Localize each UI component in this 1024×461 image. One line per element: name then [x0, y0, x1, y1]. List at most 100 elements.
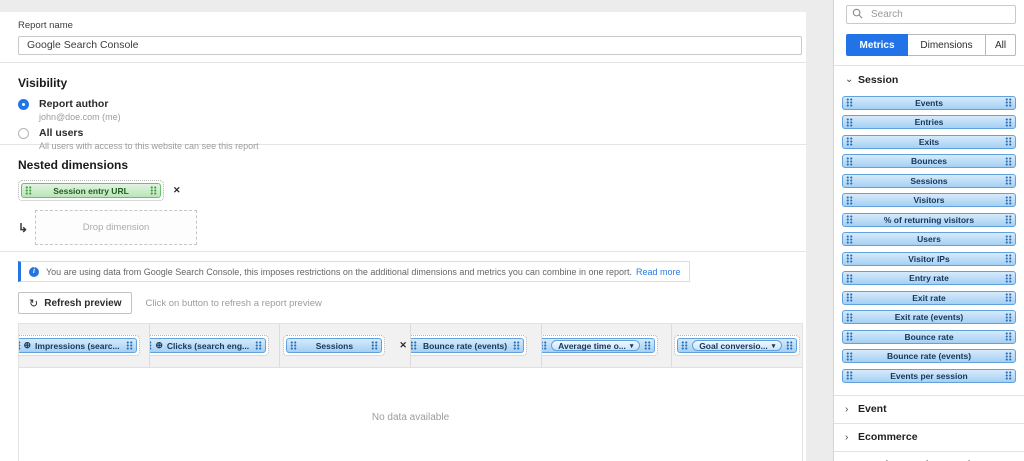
- metric-chip-impressions[interactable]: ⊕ Impressions (searc...: [19, 338, 137, 353]
- drag-handle-icon[interactable]: [1005, 371, 1012, 380]
- metric-chip-events-per-session[interactable]: Events per session: [842, 369, 1016, 383]
- drag-handle-icon[interactable]: [1005, 137, 1012, 146]
- refresh-preview-button[interactable]: ↻ Refresh preview: [18, 292, 132, 314]
- drag-handle-icon[interactable]: [290, 341, 297, 350]
- drag-handle-icon[interactable]: [1005, 332, 1012, 341]
- drag-handle-icon[interactable]: [255, 341, 262, 350]
- info-banner: i You are using data from Google Search …: [18, 261, 690, 282]
- drag-handle-icon[interactable]: [1005, 235, 1012, 244]
- refresh-icon: ↻: [29, 297, 38, 310]
- dimension-chip-slot: Session entry URL: [18, 180, 164, 201]
- metric-chip-entries[interactable]: Entries: [842, 115, 1016, 129]
- drag-handle-icon[interactable]: [846, 98, 853, 107]
- metric-chip-clicks[interactable]: ⊕ Clicks (search eng...: [150, 338, 266, 353]
- drag-handle-icon[interactable]: [1005, 352, 1012, 361]
- metric-chip-visitors[interactable]: Visitors: [842, 193, 1016, 207]
- metric-dropdown[interactable]: Average time o... ▾: [551, 340, 640, 351]
- section-header-event[interactable]: › Event: [834, 396, 1024, 423]
- drag-handle-icon[interactable]: [1005, 313, 1012, 322]
- close-icon[interactable]: ✕: [399, 340, 407, 351]
- read-more-link[interactable]: Read more: [636, 267, 681, 277]
- radio-unselected-icon[interactable]: [18, 128, 29, 139]
- radio-selected-icon[interactable]: [18, 99, 29, 110]
- section-header-google-search-console[interactable]: › Google Search Console: [834, 452, 1024, 461]
- metric-chip-exits[interactable]: Exits: [842, 135, 1016, 149]
- drag-handle-icon[interactable]: [1005, 274, 1012, 283]
- section-header-session[interactable]: ⌄ Session: [834, 66, 1024, 93]
- drag-handle-icon[interactable]: [846, 293, 853, 302]
- report-name-input[interactable]: [18, 36, 802, 55]
- metric-chip-bounce-rate-events[interactable]: Bounce rate (events): [411, 338, 524, 353]
- drag-handle-icon[interactable]: [846, 196, 853, 205]
- drag-handle-icon[interactable]: [1005, 196, 1012, 205]
- drag-handle-icon[interactable]: [846, 332, 853, 341]
- chevron-right-icon: ›: [845, 404, 858, 415]
- drag-handle-icon[interactable]: [681, 341, 688, 350]
- metric-chip-bounce-rate-events[interactable]: Bounce rate (events): [842, 349, 1016, 363]
- column-header: ⊕ Clicks (search eng... ✕: [150, 324, 281, 367]
- metric-chip-users[interactable]: Users: [842, 232, 1016, 246]
- drag-handle-icon[interactable]: [19, 341, 21, 350]
- chevron-down-icon: ▾: [772, 342, 776, 350]
- drag-handle-icon[interactable]: [846, 352, 853, 361]
- column-header: Bounce rate (events) ✕: [411, 324, 542, 367]
- drag-handle-icon[interactable]: [1005, 254, 1012, 263]
- drag-handle-icon[interactable]: [846, 313, 853, 322]
- drag-handle-icon[interactable]: [846, 137, 853, 146]
- drag-handle-icon[interactable]: [1005, 176, 1012, 185]
- drag-handle-icon[interactable]: [1005, 293, 1012, 302]
- metric-chip-goal-conversion[interactable]: Goal conversio... ▾: [677, 338, 797, 353]
- drag-handle-icon[interactable]: [126, 341, 133, 350]
- drag-handle-icon[interactable]: [542, 341, 547, 350]
- metrics-sidebar: Metrics Dimensions All ⌄ Session Events …: [833, 0, 1024, 461]
- metric-chip-visitor-ips[interactable]: Visitor IPs: [842, 252, 1016, 266]
- visibility-option-report-author[interactable]: Report author john@doe.com (me): [18, 98, 806, 122]
- dimension-drop-zone[interactable]: Drop dimension: [35, 210, 197, 245]
- tab-metrics[interactable]: Metrics: [846, 34, 908, 56]
- metric-chip-bounces[interactable]: Bounces: [842, 154, 1016, 168]
- drag-handle-icon[interactable]: [25, 186, 32, 195]
- drag-handle-icon[interactable]: [411, 341, 417, 350]
- drag-handle-icon[interactable]: [1005, 157, 1012, 166]
- drag-handle-icon[interactable]: [846, 274, 853, 283]
- tab-dimensions[interactable]: Dimensions: [908, 34, 986, 56]
- metric-chip-sessions[interactable]: Sessions: [286, 338, 382, 353]
- drag-handle-icon[interactable]: [846, 176, 853, 185]
- drag-handle-icon[interactable]: [846, 254, 853, 263]
- drag-handle-icon[interactable]: [1005, 98, 1012, 107]
- metric-dropdown[interactable]: Goal conversio... ▾: [692, 340, 782, 351]
- section-header-ecommerce[interactable]: › Ecommerce: [834, 424, 1024, 451]
- dimension-chip-session-entry-url[interactable]: Session entry URL: [21, 183, 161, 198]
- drag-handle-icon[interactable]: [371, 341, 378, 350]
- column-header: Goal conversio... ▾: [672, 324, 802, 367]
- info-icon: i: [29, 267, 39, 277]
- metric-chip-sessions[interactable]: Sessions: [842, 174, 1016, 188]
- drag-handle-icon[interactable]: [644, 341, 651, 350]
- metric-chip-entry-rate[interactable]: Entry rate: [842, 271, 1016, 285]
- drag-handle-icon[interactable]: [513, 341, 520, 350]
- column-header: Average time o... ▾ ✕: [542, 324, 673, 367]
- drag-handle-icon[interactable]: [846, 215, 853, 224]
- drag-handle-icon[interactable]: [846, 157, 853, 166]
- column-header: ⊕ Impressions (searc... ✕: [19, 324, 150, 367]
- close-icon[interactable]: ✕: [173, 185, 181, 196]
- drag-handle-icon[interactable]: [786, 341, 793, 350]
- drag-handle-icon[interactable]: [1005, 118, 1012, 127]
- drag-handle-icon[interactable]: [846, 118, 853, 127]
- visibility-title: Visibility: [18, 76, 806, 90]
- metric-chip-exit-rate-events[interactable]: Exit rate (events): [842, 310, 1016, 324]
- drag-handle-icon[interactable]: [1005, 215, 1012, 224]
- drag-handle-icon[interactable]: [150, 186, 157, 195]
- metric-chip-events[interactable]: Events: [842, 96, 1016, 110]
- metric-chip-average-time[interactable]: Average time o... ▾: [542, 338, 656, 353]
- report-name-section: Report name: [0, 12, 806, 63]
- metric-chip-exit-rate[interactable]: Exit rate: [842, 291, 1016, 305]
- drag-handle-icon[interactable]: [846, 371, 853, 380]
- nest-arrow-icon: ↳: [18, 221, 28, 235]
- tab-all[interactable]: All: [986, 34, 1016, 56]
- metric-chip-bounce-rate[interactable]: Bounce rate: [842, 330, 1016, 344]
- metric-chip-returning-visitors[interactable]: % of returning visitors: [842, 213, 1016, 227]
- drag-handle-icon[interactable]: [846, 235, 853, 244]
- drag-handle-icon[interactable]: [150, 341, 153, 350]
- search-input[interactable]: [846, 5, 1016, 24]
